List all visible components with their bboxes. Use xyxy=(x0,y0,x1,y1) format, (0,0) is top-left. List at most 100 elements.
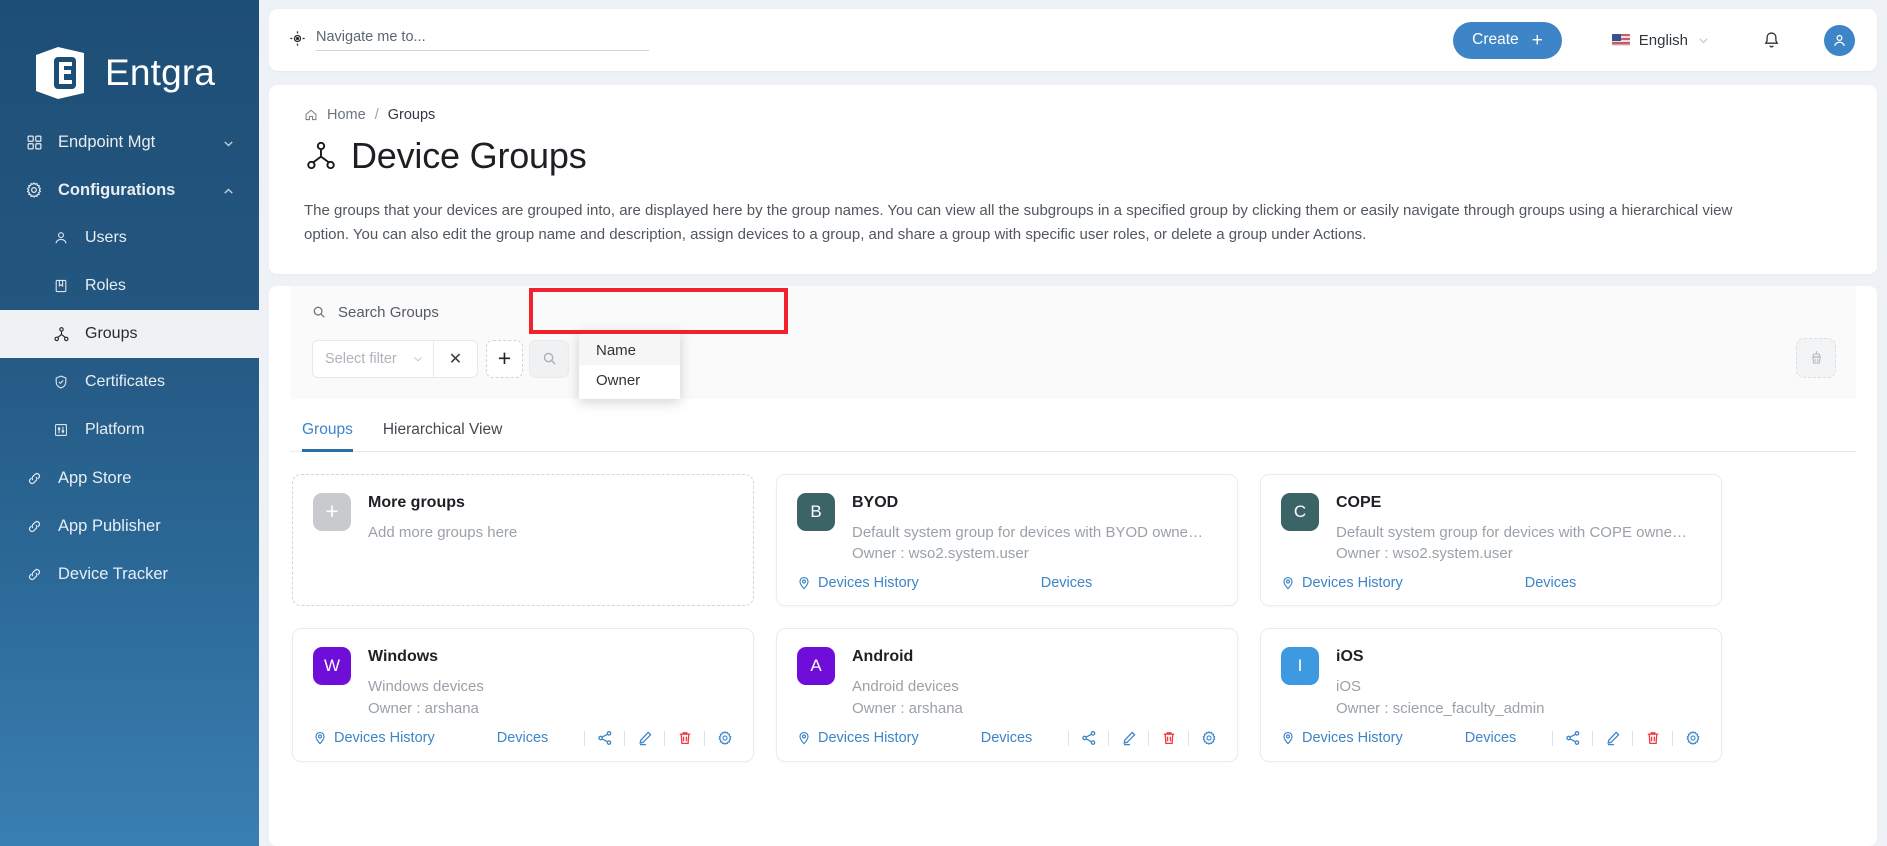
devices-link[interactable]: Devices xyxy=(981,730,1033,746)
share-icon[interactable] xyxy=(596,730,613,747)
sidebar-item-certificates[interactable]: Certificates xyxy=(0,358,259,406)
devices-link[interactable]: Devices xyxy=(497,730,549,746)
sidebar-item-label: App Publisher xyxy=(58,516,161,535)
page-header-panel: Home / Groups Device Groups The groups t… xyxy=(269,85,1877,274)
select-filter-dropdown[interactable]: Select filter xyxy=(312,339,434,378)
card-group-cope[interactable]: C COPE Default system group for devices … xyxy=(1260,473,1722,607)
sidebar: Entgra Endpoint Mgt Configurations Users… xyxy=(0,0,259,846)
select-filter-label: Select filter xyxy=(325,350,397,367)
brand[interactable]: Entgra xyxy=(0,0,259,112)
clear-filter-button[interactable]: ✕ xyxy=(434,339,478,378)
sidebar-item-users[interactable]: Users xyxy=(0,214,259,262)
navigate-input[interactable]: Navigate me to... xyxy=(316,29,649,51)
sidebar-item-app-publisher[interactable]: App Publisher xyxy=(0,502,259,550)
card-subtitle: Default system group for devices with BY… xyxy=(852,523,1203,541)
card-group-ios[interactable]: I iOS iOS Owner : science_faculty_admin xyxy=(1260,628,1722,762)
breadcrumb-home[interactable]: Home xyxy=(327,107,366,123)
search-groups-input[interactable]: Search Groups xyxy=(290,304,1856,321)
card-title: More groups xyxy=(368,493,465,511)
card-texts: BYOD Default system group for devices wi… xyxy=(852,493,1217,564)
share-icon[interactable] xyxy=(1080,730,1097,747)
sidebar-item-platform[interactable]: Platform xyxy=(0,406,259,454)
sidebar-item-label: Certificates xyxy=(85,373,166,390)
location-pin-icon xyxy=(797,731,811,745)
user-icon xyxy=(49,226,73,250)
devices-history-link[interactable]: Devices History xyxy=(797,730,919,746)
book-icon xyxy=(49,274,73,298)
card-group-byod[interactable]: B BYOD Default system group for devices … xyxy=(776,473,1238,607)
devices-history-link[interactable]: Devices History xyxy=(1281,730,1403,746)
devices-history-link[interactable]: Devices History xyxy=(313,730,435,746)
devices-link[interactable]: Devices xyxy=(1525,575,1577,591)
select-filter-menu[interactable]: Name Owner xyxy=(579,331,680,399)
card-title: Windows xyxy=(368,648,439,666)
share-icon[interactable] xyxy=(1564,730,1581,747)
delete-trash-icon[interactable] xyxy=(676,730,693,747)
page-title: Device Groups xyxy=(269,135,1877,177)
sidebar-item-label: Platform xyxy=(85,421,145,438)
settings-gear-icon[interactable] xyxy=(716,730,733,747)
breadcrumb: Home / Groups xyxy=(269,107,1877,123)
devices-history-link[interactable]: Devices History xyxy=(1281,575,1403,591)
card-subtitle: Windows devices xyxy=(368,678,484,696)
tab-hierarchical-view-label: Hierarchical View xyxy=(382,420,503,438)
filter-option-name[interactable]: Name xyxy=(579,335,680,365)
app-root: Entgra Endpoint Mgt Configurations Users… xyxy=(0,0,1887,846)
home-icon xyxy=(304,108,318,122)
card-texts: More groups Add more groups here xyxy=(368,493,733,542)
devices-history-label: Devices History xyxy=(334,730,435,747)
sidebar-item-app-store[interactable]: App Store xyxy=(0,454,259,502)
delete-trash-icon[interactable] xyxy=(1644,730,1661,747)
sidebar-item-roles[interactable]: Roles xyxy=(0,262,259,310)
devices-link[interactable]: Devices xyxy=(1041,575,1093,591)
language-selector[interactable]: English xyxy=(1611,32,1710,49)
sidebar-item-configurations[interactable]: Configurations xyxy=(0,166,259,214)
tab-groups[interactable]: Groups xyxy=(290,421,371,452)
divider xyxy=(704,730,705,746)
add-group-badge: + xyxy=(313,492,351,531)
filter-row: Select filter ✕ + xyxy=(290,339,1856,379)
tab-hierarchical-view[interactable]: Hierarchical View xyxy=(371,421,520,451)
sidebar-item-groups[interactable]: Groups xyxy=(0,310,259,358)
card-owner: Owner : wso2.system.user xyxy=(1336,544,1513,562)
card-title: BYOD xyxy=(852,493,899,511)
page-description: The groups that your devices are grouped… xyxy=(304,202,1733,244)
card-actions: Devices History Devices xyxy=(1281,575,1701,591)
card-top: A Android Android devices Owner : arshan… xyxy=(797,647,1217,718)
edit-pencil-icon[interactable] xyxy=(1120,730,1137,747)
user-avatar-icon[interactable] xyxy=(1824,24,1855,56)
create-button[interactable]: Create + xyxy=(1453,21,1562,59)
broom-icon[interactable] xyxy=(1796,337,1836,378)
card-actions: Devices History Devices xyxy=(797,575,1217,591)
navigate-search[interactable]: Navigate me to... xyxy=(289,29,649,51)
group-badge: I xyxy=(1281,647,1319,686)
sidebar-item-endpoint-mgt[interactable]: Endpoint Mgt xyxy=(0,118,259,166)
chevron-down-icon xyxy=(1697,34,1710,47)
settings-gear-icon[interactable] xyxy=(1200,730,1217,747)
divider xyxy=(1188,730,1189,746)
card-top: + More groups Add more groups here xyxy=(313,492,733,542)
clear-all-zone xyxy=(1796,337,1836,378)
card-subtitle: Default system group for devices with CO… xyxy=(1336,523,1687,541)
card-group-android[interactable]: A Android Android devices Owner : arshan… xyxy=(776,628,1238,762)
brand-name: Entgra xyxy=(105,52,216,93)
add-filter-button[interactable]: + xyxy=(486,339,523,378)
card-group-windows[interactable]: W Windows Windows devices Owner : arshan… xyxy=(292,628,754,762)
settings-gear-icon[interactable] xyxy=(1684,730,1701,747)
card-actions: Devices History Devices xyxy=(313,730,733,747)
card-texts: COPE Default system group for devices wi… xyxy=(1336,493,1701,564)
devices-history-label: Devices History xyxy=(1302,575,1403,592)
devices-link[interactable]: Devices xyxy=(1465,730,1517,746)
sidebar-item-device-tracker[interactable]: Device Tracker xyxy=(0,550,259,598)
delete-trash-icon[interactable] xyxy=(1160,730,1177,747)
notification-bell-icon[interactable] xyxy=(1758,27,1784,53)
edit-pencil-icon[interactable] xyxy=(636,730,653,747)
sidebar-nav: Endpoint Mgt Configurations Users Roles … xyxy=(0,118,259,598)
card-actions: Devices History Devices xyxy=(1281,730,1701,747)
card-more-groups[interactable]: + More groups Add more groups here xyxy=(292,473,754,607)
edit-pencil-icon[interactable] xyxy=(1604,730,1621,747)
entgra-logo-icon xyxy=(28,43,92,103)
filter-option-owner[interactable]: Owner xyxy=(579,365,680,395)
run-search-button[interactable] xyxy=(529,339,569,378)
devices-history-link[interactable]: Devices History xyxy=(797,575,919,591)
